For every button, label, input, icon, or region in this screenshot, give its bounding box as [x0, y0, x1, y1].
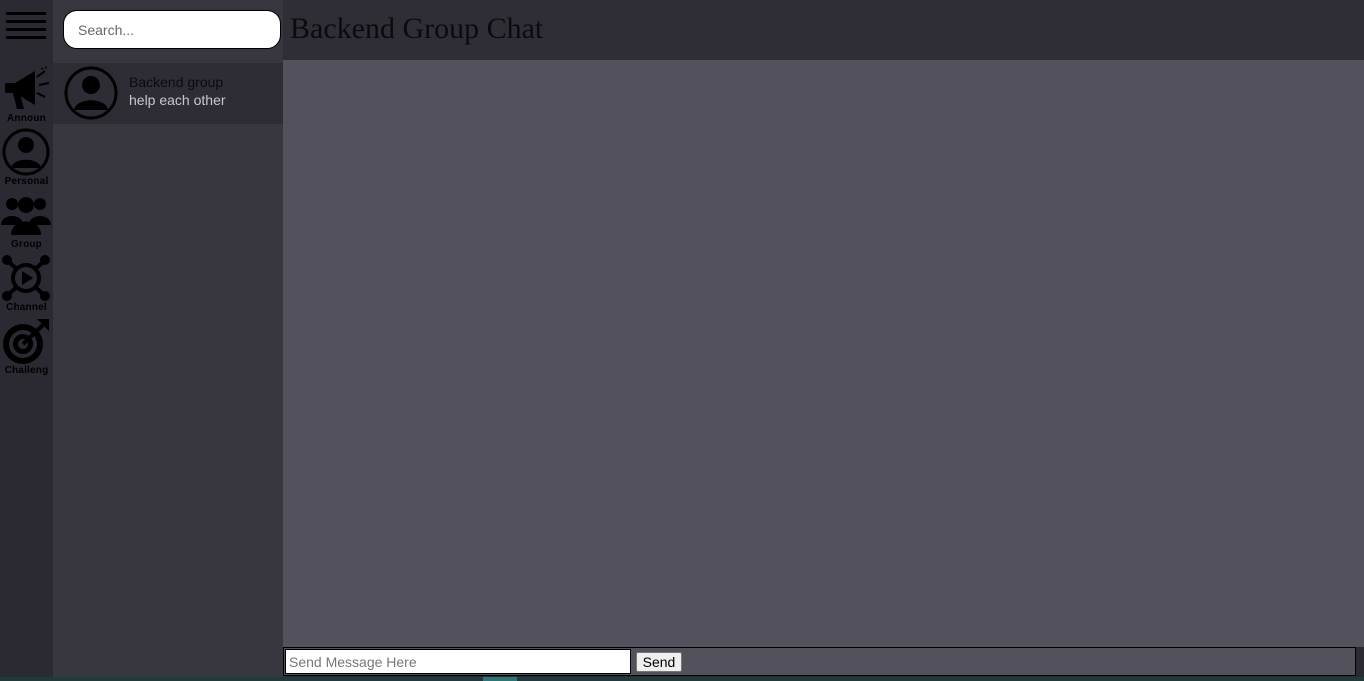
chat-title: Backend Group Chat	[290, 12, 544, 45]
menu-line	[6, 28, 46, 31]
search-input[interactable]	[63, 10, 281, 49]
conversation-list-panel: Backend group help each other	[53, 0, 283, 681]
menu-line	[6, 12, 46, 15]
window-bottom-edge	[0, 677, 1364, 681]
menu-line	[6, 36, 46, 39]
users-group-icon	[1, 197, 51, 235]
sidebar-item-group[interactable]: Group	[0, 189, 53, 252]
message-area[interactable]	[283, 60, 1364, 647]
channel-network-icon	[2, 255, 50, 301]
sidebar-rail: Announ Personal Group Channel Challeng	[0, 0, 53, 681]
message-input[interactable]	[285, 649, 631, 674]
sidebar-item-label: Personal	[4, 176, 49, 187]
sidebar-item-channel[interactable]: Channel	[0, 252, 53, 315]
user-circle-icon	[64, 66, 118, 120]
hamburger-menu-icon[interactable]	[6, 12, 46, 48]
user-circle-icon	[2, 128, 50, 176]
scrollbar-thumb[interactable]	[483, 677, 517, 681]
target-icon	[3, 319, 49, 364]
conversation-item[interactable]: Backend group help each other	[53, 63, 283, 124]
conversation-subtitle: help each other	[129, 92, 226, 108]
conversation-name: Backend group	[129, 74, 224, 90]
message-composer: Send	[283, 647, 1356, 676]
sidebar-item-label: Announ	[7, 113, 46, 124]
send-button[interactable]: Send	[636, 652, 682, 672]
sidebar-item-announcements[interactable]: Announ	[0, 63, 53, 126]
chat-app: Announ Personal Group Channel Challeng S…	[0, 0, 1364, 681]
chat-header: Backend Group Chat	[283, 0, 1364, 60]
sidebar-item-label: Group	[11, 239, 42, 250]
menu-line	[6, 20, 46, 23]
sidebar-item-label: Channel	[6, 302, 47, 313]
sidebar-item-challenge[interactable]: Challeng	[0, 315, 53, 378]
sidebar-item-personal[interactable]: Personal	[0, 126, 53, 189]
sidebar-item-label: Challeng	[4, 365, 49, 376]
megaphone-icon	[5, 66, 50, 109]
